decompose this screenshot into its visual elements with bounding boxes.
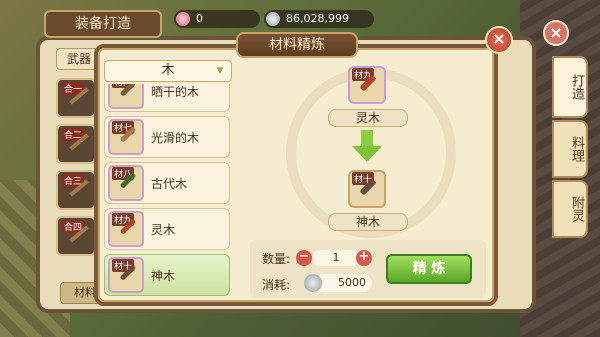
quantity-increase-button[interactable]: + xyxy=(356,250,372,266)
arrow-down-icon xyxy=(352,130,382,164)
item-name: 灵木 xyxy=(151,223,176,237)
list-item-selected[interactable]: 材十 神木 xyxy=(104,254,230,296)
wood-icon: 材七 xyxy=(108,119,144,155)
wood-icon: 材六 xyxy=(108,84,144,109)
list-item[interactable]: 材九 灵木 xyxy=(104,208,230,250)
gem-counter: 0 xyxy=(174,10,260,28)
craft-slot-4[interactable]: 合四 xyxy=(56,216,96,256)
quantity-decrease-button[interactable]: − xyxy=(296,250,312,266)
list-item[interactable]: 材八 古代木 xyxy=(104,162,230,204)
tab-cooking[interactable]: 料理 xyxy=(552,120,588,178)
silver-coin-icon xyxy=(266,12,280,26)
target-material-icon: 材十 xyxy=(348,170,386,208)
crafting-panel-title: 装备打造 xyxy=(44,10,162,38)
item-name: 晒干的木 xyxy=(151,85,200,99)
wood-icon: 材九 xyxy=(108,211,144,247)
target-material-name: 神木 xyxy=(328,213,408,231)
refine-close-button[interactable]: × xyxy=(485,26,513,54)
list-item[interactable]: 材七 光滑的木 xyxy=(104,116,230,158)
craft-slot-3[interactable]: 合三 xyxy=(56,170,96,210)
wood-icon: 材八 xyxy=(108,165,144,201)
coin-counter: 86,028,999 xyxy=(264,10,374,28)
tab-enchant[interactable]: 附灵 xyxy=(552,180,588,238)
item-name: 古代木 xyxy=(151,177,188,191)
quantity-label: 数量: xyxy=(262,252,291,266)
chevron-down-icon: ▼ xyxy=(216,66,224,76)
category-value: 木 xyxy=(161,63,175,78)
source-material-name: 灵木 xyxy=(328,109,408,127)
arrow-head xyxy=(352,146,382,162)
gem-count: 0 xyxy=(196,12,203,25)
item-name: 神木 xyxy=(151,269,176,283)
item-name: 光滑的木 xyxy=(151,131,200,145)
wood-icon: 材十 xyxy=(108,257,144,293)
craft-slot-1[interactable]: 合一 xyxy=(56,78,96,118)
refine-button[interactable]: 精 炼 xyxy=(386,254,472,284)
tab-craft[interactable]: 打造 xyxy=(552,56,588,118)
material-list[interactable]: 材六 晒干的木 材七 光滑的木 材八 古代木 材九 灵木 材十 神木 xyxy=(104,84,232,300)
list-item[interactable]: 材六 晒干的木 xyxy=(104,84,230,112)
category-dropdown[interactable]: 木 ▼ xyxy=(104,60,232,82)
cost-label: 消耗: xyxy=(262,278,291,292)
refine-dialog-title: 材料精炼 xyxy=(236,32,358,58)
silver-coin-icon xyxy=(304,274,322,292)
coin-count: 86,028,999 xyxy=(286,12,349,25)
quantity-field[interactable]: 1 xyxy=(312,250,360,266)
crafting-close-button[interactable]: × xyxy=(543,20,569,46)
craft-slot-2[interactable]: 合二 xyxy=(56,124,96,164)
gem-icon xyxy=(176,12,190,26)
source-material-icon: 材九 xyxy=(348,66,386,104)
